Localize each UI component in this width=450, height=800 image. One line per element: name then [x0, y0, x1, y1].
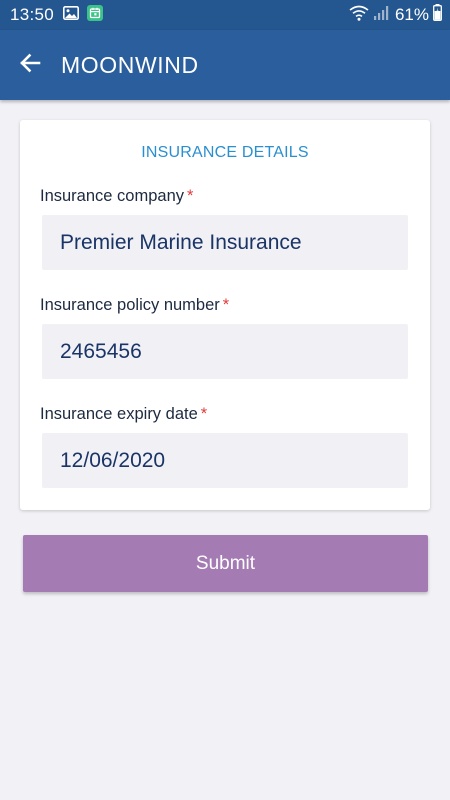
status-time: 13:50 [10, 5, 55, 24]
status-bar: 13:50 61% [0, 0, 450, 30]
insurance-policy-number-label: Insurance policy number * [40, 296, 229, 315]
wifi-icon [349, 5, 369, 26]
required-mark: * [200, 405, 208, 423]
app-bar: MOONWIND [0, 30, 450, 100]
submit-button[interactable]: Submit [23, 535, 428, 592]
calendar-icon [87, 4, 104, 26]
insurance-details-card: INSURANCE DETAILS Insurance company* Ins… [20, 120, 430, 510]
field-label-text: Insurance company [40, 187, 184, 205]
insurance-expiry-date-field[interactable] [42, 433, 408, 488]
required-mark: * [222, 296, 230, 314]
insurance-expiry-date-label: Insurance expiry date * [40, 405, 207, 424]
app-title: MOONWIND [61, 51, 199, 78]
field-label-text: Insurance expiry date [40, 405, 198, 423]
card-title: INSURANCE DETAILS [141, 144, 309, 161]
insurance-company-label: Insurance company * [40, 187, 193, 206]
system-icons: 61% [349, 4, 442, 26]
notification-icons [63, 4, 104, 26]
signal-icon [373, 5, 389, 26]
field-label-text: Insurance policy number [40, 296, 220, 314]
battery-icon [433, 4, 442, 26]
back-button[interactable] [0, 30, 60, 100]
insurance-company-field[interactable] [42, 215, 408, 270]
battery-percentage: 61% [394, 5, 429, 24]
image-icon [63, 5, 80, 25]
insurance-policy-number-field[interactable] [42, 324, 408, 379]
arrow-left-icon [19, 52, 41, 79]
required-mark: * [187, 187, 194, 205]
